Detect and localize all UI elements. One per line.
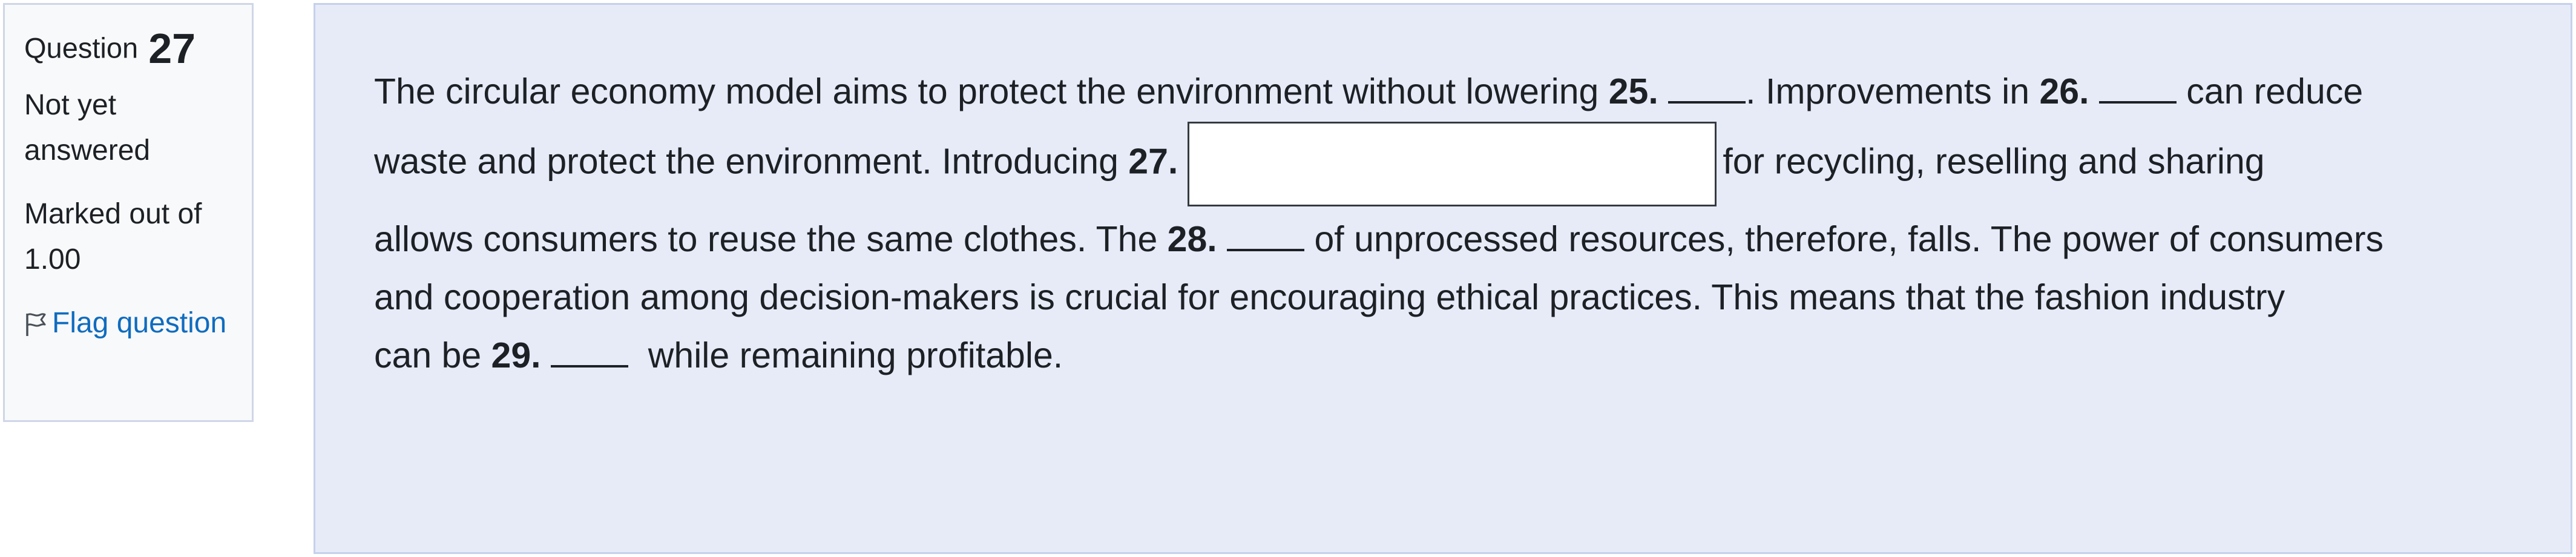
passage-line-5: can be 29. while remaining profitable. bbox=[374, 335, 1063, 376]
passage-line-2: waste and protect the environment. Intro… bbox=[374, 122, 2265, 206]
passage-text: The circular economy model aims to prote… bbox=[374, 71, 1609, 111]
gap-number-26: 26. bbox=[2039, 71, 2089, 111]
gap-number-25: 25. bbox=[1608, 71, 1658, 111]
passage-text: while remaining profitable. bbox=[628, 335, 1063, 375]
passage-text: waste and protect the environment. Intro… bbox=[374, 141, 1129, 182]
question-status: Not yet answered bbox=[24, 88, 151, 166]
flag-icon bbox=[26, 313, 46, 336]
passage-text: can be bbox=[374, 335, 491, 375]
passage-text: and cooperation among decision-makers is… bbox=[374, 277, 2285, 317]
gap-blank-25 bbox=[1668, 101, 1746, 104]
question-info-panel: Question 27 Not yet answered Marked out … bbox=[3, 3, 254, 422]
gap-number-27: 27. bbox=[1128, 141, 1178, 182]
gap-number-28: 28. bbox=[1167, 219, 1217, 259]
gap-number-29: 29. bbox=[491, 335, 541, 375]
passage-text: of unprocessed resources, therefore, fal… bbox=[1304, 219, 2384, 259]
passage-text: allows consumers to reuse the same cloth… bbox=[374, 219, 1168, 259]
question-marks: Marked out of 1.00 bbox=[24, 197, 202, 275]
passage-text: for recycling, reselling and sharing bbox=[1723, 141, 2265, 182]
flag-question-link[interactable]: Flag question bbox=[24, 300, 232, 346]
gap-blank-28 bbox=[1227, 248, 1305, 251]
question-number-heading: Question 27 bbox=[24, 27, 232, 70]
passage-text: . Improvements in bbox=[1746, 71, 2040, 111]
passage-line-3: allows consumers to reuse the same cloth… bbox=[374, 219, 2384, 260]
question-number: 27 bbox=[148, 24, 196, 72]
answer-input-27[interactable] bbox=[1188, 122, 1717, 206]
passage-line-4: and cooperation among decision-makers is… bbox=[374, 277, 2285, 318]
question-content-panel: The circular economy model aims to prote… bbox=[314, 3, 2572, 554]
flag-question-label: Flag question bbox=[52, 306, 227, 339]
question-label: Question bbox=[24, 31, 139, 64]
gap-blank-26 bbox=[2098, 101, 2177, 104]
passage-line-1: The circular economy model aims to prote… bbox=[374, 71, 2363, 112]
passage-text: can reduce bbox=[2176, 71, 2364, 111]
gap-blank-29 bbox=[550, 364, 628, 367]
